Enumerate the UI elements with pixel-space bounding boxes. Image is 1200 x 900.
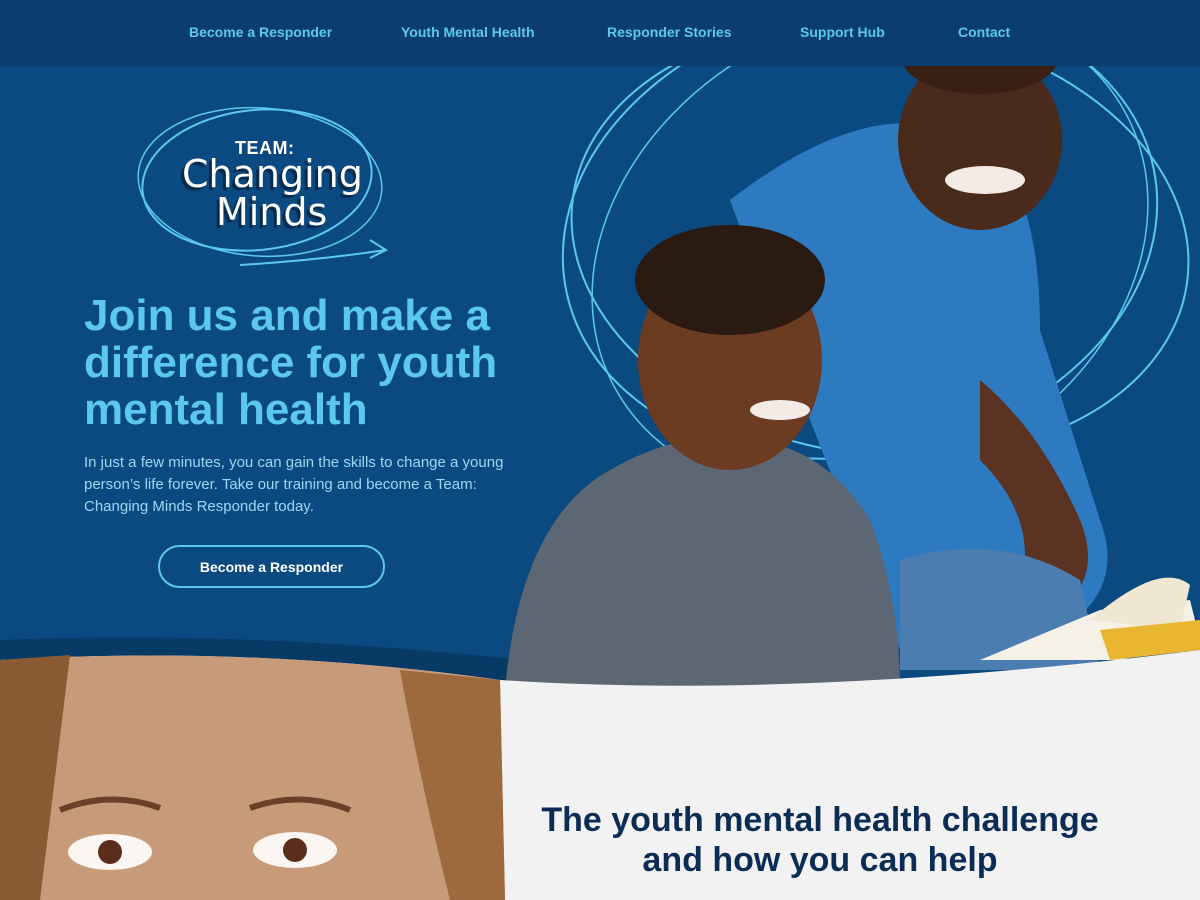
- nav-youth-mental-health[interactable]: Youth Mental Health: [401, 24, 535, 40]
- logo-minds-text: Minds: [216, 190, 328, 234]
- hero-subcopy: In just a few minutes, you can gain the …: [84, 454, 504, 515]
- nav-contact[interactable]: Contact: [958, 24, 1010, 40]
- section-title: The youth mental health challenge and ho…: [541, 801, 1099, 879]
- nav-responder-stories[interactable]: Responder Stories: [607, 24, 731, 40]
- become-responder-button[interactable]: Become a Responder: [158, 545, 385, 588]
- hero-headline: Join us and make a difference for youth …: [84, 291, 498, 434]
- nav-become-responder[interactable]: Become a Responder: [189, 24, 332, 40]
- nav-support-hub[interactable]: Support Hub: [800, 24, 885, 40]
- logo[interactable]: TEAM: Changing Minds: [130, 100, 400, 275]
- hero-photo: [505, 22, 1200, 690]
- hero-section: TEAM: Changing Minds Join us and make a …: [0, 0, 1200, 690]
- top-nav: Become a Responder Youth Mental Health R…: [0, 0, 1200, 66]
